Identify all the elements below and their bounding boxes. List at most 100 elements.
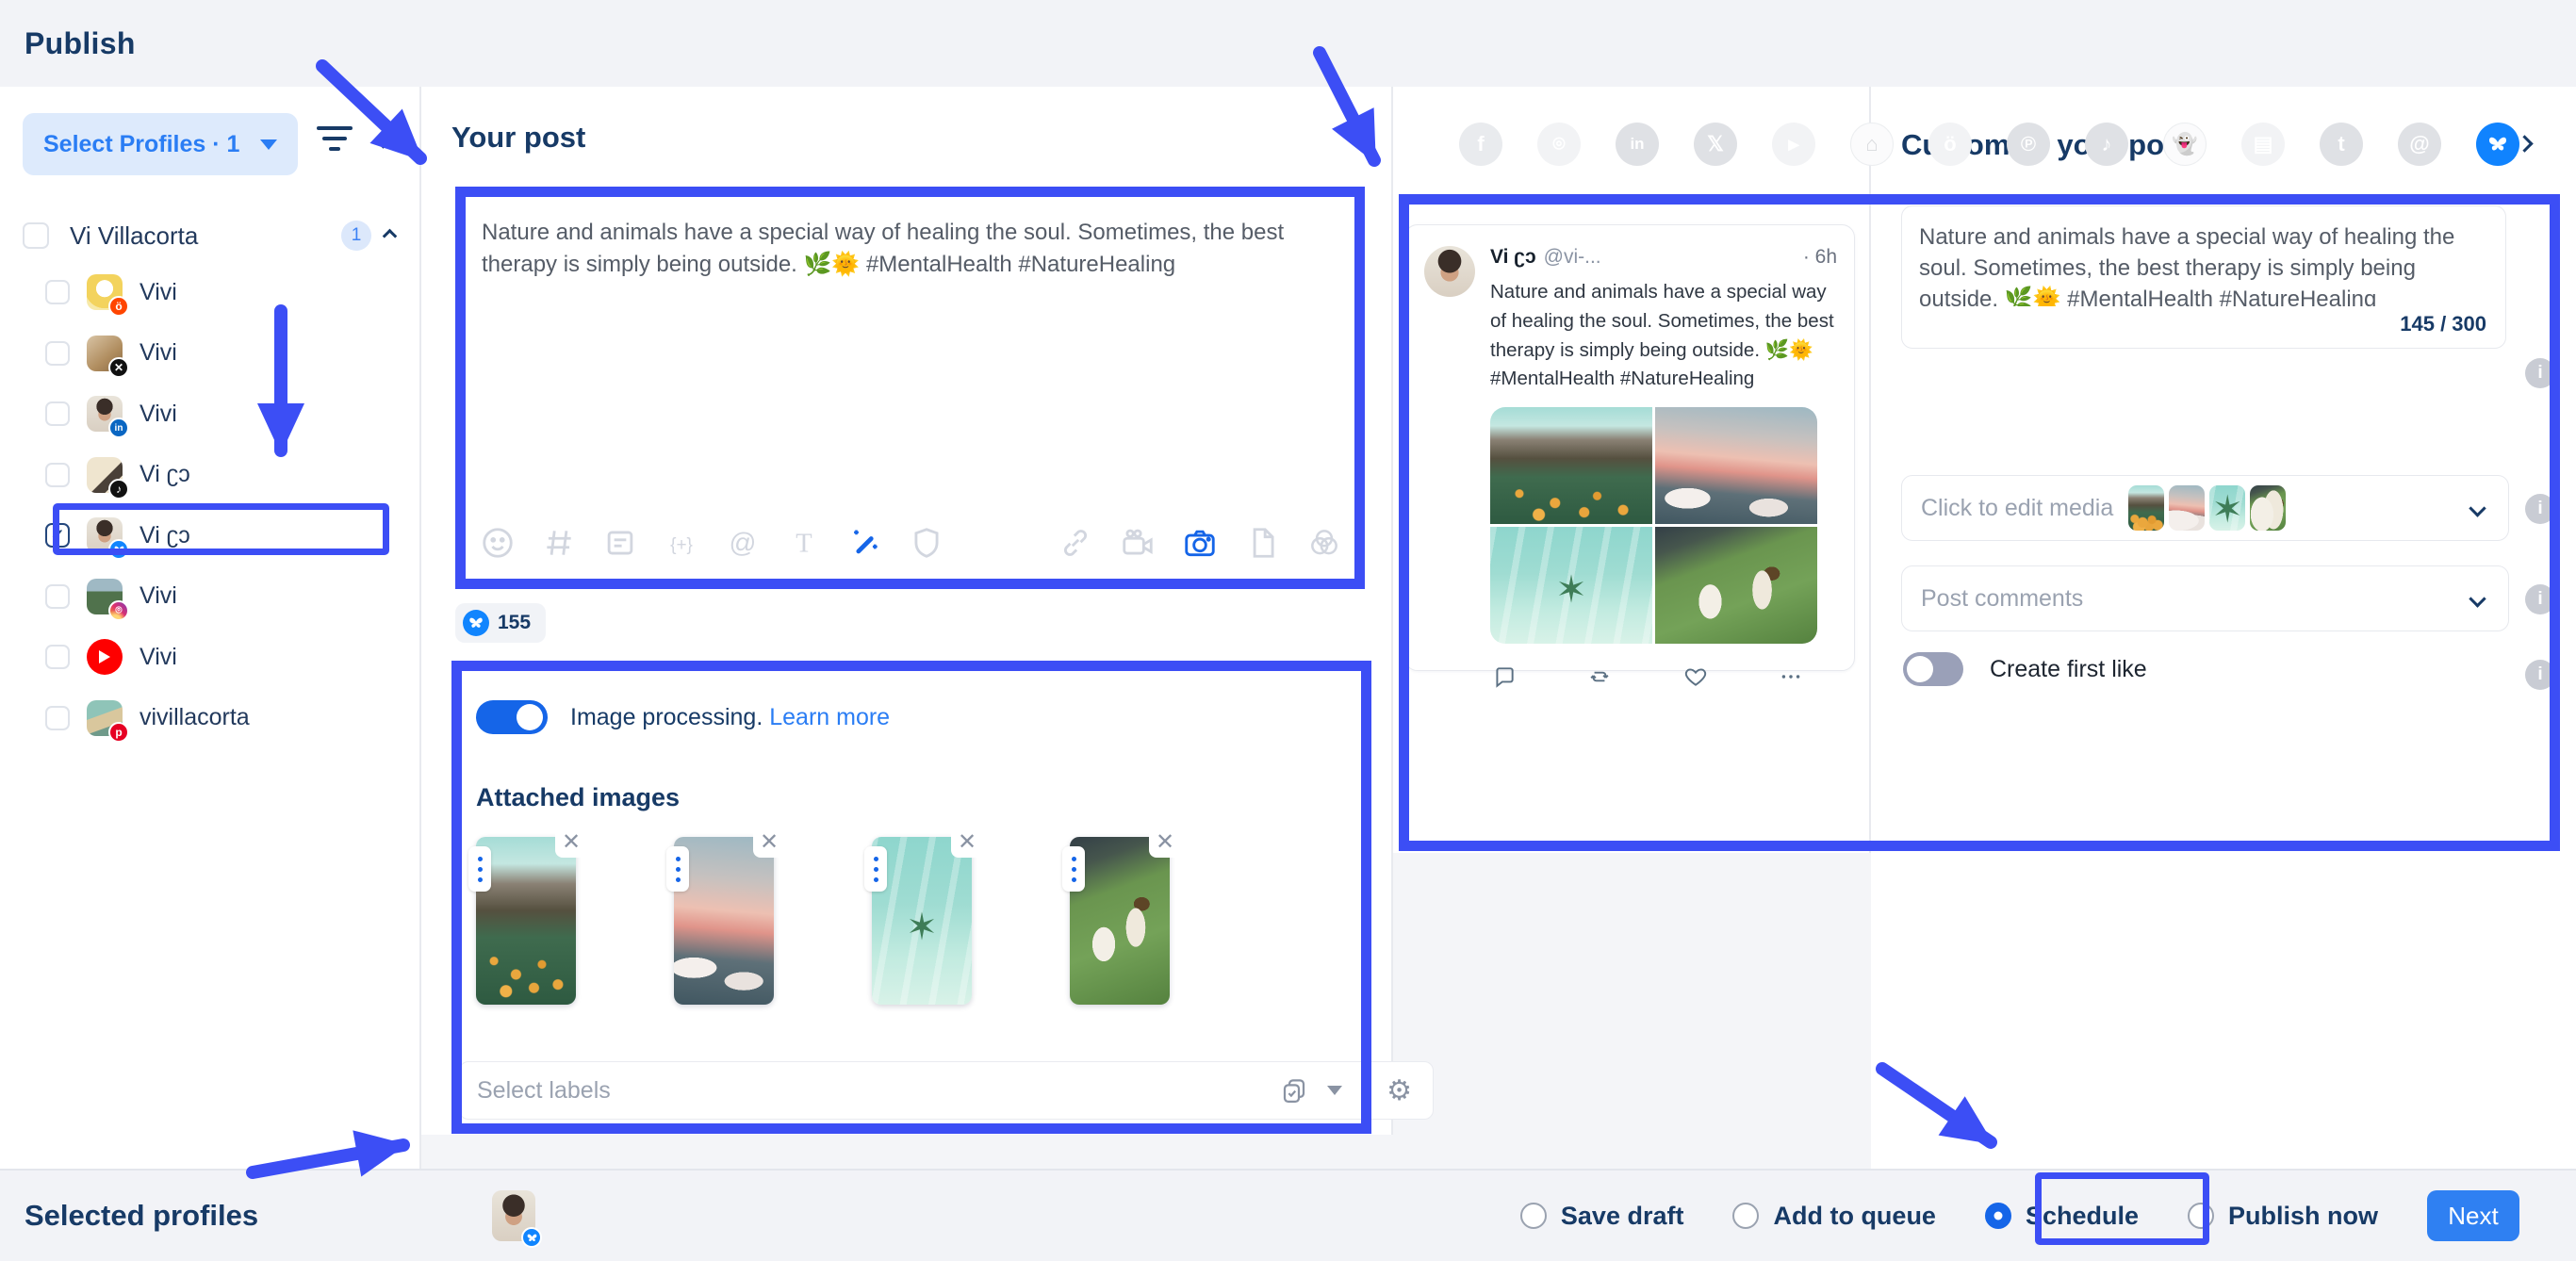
apply-labels-icon[interactable] bbox=[1280, 1076, 1308, 1105]
post-text-input[interactable]: Nature and animals have a special way of… bbox=[463, 194, 1359, 505]
drag-handle-icon[interactable] bbox=[468, 846, 491, 892]
next-button[interactable]: Next bbox=[2427, 1190, 2519, 1241]
attached-image-llamas[interactable]: ✕ bbox=[1070, 837, 1170, 1005]
post-comments-panel[interactable]: Post comments bbox=[1901, 565, 2509, 631]
add-to-queue-radio[interactable]: Add to queue bbox=[1732, 1202, 1935, 1231]
save-draft-radio[interactable]: Save draft bbox=[1520, 1202, 1684, 1231]
remove-image-icon[interactable]: ✕ bbox=[555, 826, 587, 858]
more-icon[interactable] bbox=[1779, 664, 1803, 689]
profile-checkbox[interactable] bbox=[45, 706, 70, 730]
edit-media-panel[interactable]: Click to edit media bbox=[1901, 475, 2509, 541]
remove-image-icon[interactable]: ✕ bbox=[1149, 826, 1181, 858]
profile-checkbox[interactable] bbox=[45, 280, 70, 304]
customize-column: Customize your post Nature and animals h… bbox=[1871, 87, 2576, 1169]
select-labels-input[interactable] bbox=[460, 1077, 1280, 1105]
attached-image-sunset-clouds[interactable]: ✕ bbox=[674, 837, 774, 1005]
snapchat-icon[interactable]: 👻 bbox=[2163, 123, 2207, 166]
thumb-starfish-beach[interactable] bbox=[2209, 485, 2245, 531]
chevron-down-icon[interactable] bbox=[2469, 590, 2486, 607]
linkedin-icon[interactable]: in bbox=[1616, 123, 1659, 166]
profile-row-bluesky-selected[interactable]: Vi ʗɔ bbox=[0, 505, 421, 566]
saved-captions-icon[interactable] bbox=[602, 525, 638, 561]
info-icon[interactable]: i bbox=[2525, 358, 2555, 388]
image-processing-toggle[interactable] bbox=[476, 700, 548, 734]
selected-profile-avatar[interactable] bbox=[492, 1190, 535, 1241]
preview-image-llamas[interactable] bbox=[1655, 527, 1817, 644]
profile-checkbox[interactable] bbox=[45, 463, 70, 487]
profile-checkbox-checked[interactable] bbox=[45, 523, 70, 548]
mention-icon[interactable]: @ bbox=[725, 525, 761, 561]
facebook-icon[interactable]: f bbox=[1459, 123, 1502, 166]
color-circles-icon[interactable] bbox=[1306, 525, 1342, 561]
ai-assist-wand-icon[interactable] bbox=[847, 525, 883, 561]
filter-icon[interactable] bbox=[317, 126, 353, 158]
drag-handle-icon[interactable] bbox=[666, 846, 689, 892]
drag-handle-icon[interactable] bbox=[864, 846, 887, 892]
profile-row-instagram[interactable]: ⌾ Vivi bbox=[0, 566, 421, 628]
group-checkbox[interactable] bbox=[23, 222, 49, 249]
mastodon-icon[interactable]: ▤ bbox=[2241, 123, 2285, 166]
hashtag-icon[interactable] bbox=[541, 525, 577, 561]
preview-image-starfish-beach[interactable] bbox=[1490, 527, 1652, 644]
reply-icon[interactable] bbox=[1492, 664, 1517, 689]
drag-handle-icon[interactable] bbox=[1062, 846, 1085, 892]
tiktok-icon[interactable]: ♪ bbox=[2085, 123, 2128, 166]
bluesky-icon-active[interactable] bbox=[2476, 123, 2519, 166]
emoji-icon[interactable] bbox=[480, 525, 516, 561]
info-icon[interactable]: i bbox=[2525, 660, 2555, 690]
profile-row-linkedin[interactable]: in Vivi bbox=[0, 384, 421, 445]
profile-checkbox[interactable] bbox=[45, 645, 70, 669]
youtube-icon[interactable]: ▸ bbox=[1772, 123, 1815, 166]
video-icon[interactable] bbox=[1120, 525, 1156, 561]
preview-image-grid bbox=[1490, 407, 1817, 644]
remove-image-icon[interactable]: ✕ bbox=[951, 826, 983, 858]
create-first-like-toggle[interactable] bbox=[1903, 652, 1963, 686]
labels-dropdown-caret[interactable] bbox=[1327, 1086, 1342, 1095]
profile-row-reddit[interactable]: ö Vivi bbox=[0, 262, 421, 323]
preview-image-mountain-meadow[interactable] bbox=[1490, 407, 1652, 524]
link-icon[interactable] bbox=[1058, 525, 1093, 561]
customize-text-input[interactable]: Nature and animals have a special way of… bbox=[1902, 206, 2505, 306]
x-icon[interactable]: 𝕏 bbox=[1694, 123, 1737, 166]
select-profiles-dropdown[interactable]: Select Profiles · 1 bbox=[23, 113, 298, 175]
preview-image-sunset-clouds[interactable] bbox=[1655, 407, 1817, 524]
info-icon[interactable]: i bbox=[2525, 584, 2555, 614]
like-icon[interactable] bbox=[1683, 664, 1708, 689]
shield-icon[interactable] bbox=[909, 525, 944, 561]
reddit-icon[interactable]: ö bbox=[1928, 123, 1972, 166]
pinterest-icon[interactable]: ℗ bbox=[2007, 123, 2050, 166]
instagram-icon[interactable]: ⌾ bbox=[1537, 123, 1581, 166]
bluesky-icon bbox=[108, 539, 129, 560]
create-first-like-label: Create first like bbox=[1990, 656, 2147, 683]
profile-row-tiktok[interactable]: ♪ Vi ʗɔ bbox=[0, 445, 421, 506]
publish-now-radio[interactable]: Publish now bbox=[2188, 1202, 2378, 1231]
profile-checkbox[interactable] bbox=[45, 401, 70, 426]
document-icon[interactable] bbox=[1244, 525, 1280, 561]
attached-image-mountain-meadow[interactable]: ✕ bbox=[476, 837, 576, 1005]
learn-more-link[interactable]: Learn more bbox=[769, 704, 890, 730]
repost-icon[interactable] bbox=[1587, 664, 1612, 689]
profile-checkbox[interactable] bbox=[45, 584, 70, 609]
thumb-sunset-clouds[interactable] bbox=[2169, 485, 2205, 531]
attached-image-starfish-beach[interactable]: ✕ bbox=[872, 837, 972, 1005]
google-business-icon[interactable]: ⌂ bbox=[1850, 123, 1894, 166]
profile-row-youtube[interactable]: Vivi bbox=[0, 627, 421, 688]
collapse-sidebar-icon[interactable] bbox=[374, 131, 391, 148]
chevron-up-icon[interactable] bbox=[383, 228, 398, 243]
thumb-mountain-meadow[interactable] bbox=[2128, 485, 2164, 531]
threads-icon[interactable]: @ bbox=[2398, 123, 2441, 166]
info-icon[interactable]: i bbox=[2525, 494, 2555, 524]
tumblr-icon[interactable]: t bbox=[2320, 123, 2363, 166]
remove-image-icon[interactable]: ✕ bbox=[753, 826, 785, 858]
camera-icon[interactable] bbox=[1182, 525, 1218, 561]
gear-icon[interactable]: ⚙ bbox=[1386, 1074, 1412, 1107]
profile-row-x[interactable]: ✕ Vivi bbox=[0, 323, 421, 385]
profile-group-row[interactable]: Vi Villacorta 1 bbox=[0, 207, 421, 264]
thumb-llamas[interactable] bbox=[2250, 485, 2286, 531]
schedule-radio[interactable]: Schedule bbox=[1985, 1202, 2139, 1231]
variables-icon[interactable]: {+} bbox=[664, 525, 699, 561]
chevron-down-icon[interactable] bbox=[2469, 499, 2486, 516]
profile-row-pinterest[interactable]: p vivillacorta bbox=[0, 688, 421, 749]
text-format-icon[interactable]: T bbox=[786, 525, 822, 561]
profile-checkbox[interactable] bbox=[45, 341, 70, 366]
